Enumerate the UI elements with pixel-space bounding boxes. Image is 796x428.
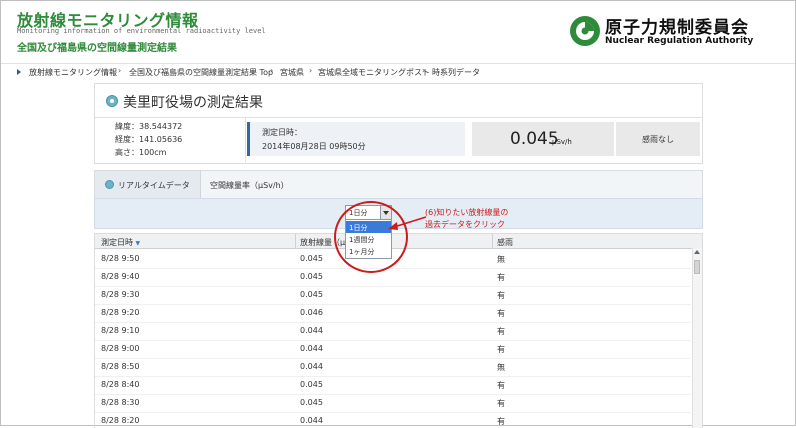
- cell-dose: 0.044: [300, 326, 323, 335]
- table-row[interactable]: 8/28 8:40 0.045 有: [95, 375, 691, 395]
- table-row[interactable]: 8/28 8:30 0.045 有: [95, 393, 691, 413]
- cell-dose: 0.045: [300, 380, 323, 389]
- breadcrumb-item-top[interactable]: 全国及び福島県の空間線量測定結果 Top: [129, 67, 273, 78]
- nra-logo[interactable]: 原子力規制委員会 Nuclear Regulation Authority: [569, 13, 787, 49]
- cell-dose: 0.045: [300, 398, 323, 407]
- measurement-panel: 美里町役場の測定結果 緯度：38.544372 経度：141.05636 高さ：…: [94, 83, 703, 164]
- cell-time: 8/28 9:30: [101, 290, 140, 299]
- table-row[interactable]: 8/28 9:00 0.044 有: [95, 339, 691, 359]
- cell-time: 8/28 8:40: [101, 380, 140, 389]
- cell-time: 8/28 9:00: [101, 344, 140, 353]
- logo-text-jp: 原子力規制委員会: [605, 18, 749, 38]
- table-row[interactable]: 8/28 9:20 0.046 有: [95, 303, 691, 323]
- dose-unit: μSv/h: [552, 138, 572, 146]
- column-header-time[interactable]: 測定日時 ▼: [101, 237, 140, 248]
- breadcrumb-separator-icon: ›: [118, 66, 122, 75]
- annotation-text: (6)知りたい放射線量の 過去データをクリック: [425, 207, 508, 231]
- breadcrumb-separator-icon: ›: [309, 66, 313, 75]
- cell-rain: 有: [497, 273, 505, 282]
- column-divider[interactable]: [492, 234, 493, 248]
- cell-time: 8/28 9:50: [101, 254, 140, 263]
- cell-dose: 0.045: [300, 254, 323, 263]
- tab-realtime[interactable]: リアルタイムデータ: [95, 171, 201, 198]
- breadcrumb-arrow-icon: [17, 69, 21, 75]
- column-header-rain[interactable]: 感雨: [497, 237, 513, 248]
- cell-time: 8/28 8:30: [101, 398, 140, 407]
- site-header: 放射線モニタリング情報 Monitoring information of en…: [1, 1, 795, 63]
- cell-dose: 0.045: [300, 290, 323, 299]
- scroll-up-icon[interactable]: [694, 250, 700, 254]
- measurement-time-box: 測定日時： 2014年08月28日 09時50分: [247, 122, 465, 156]
- table-row[interactable]: 8/28 8:20 0.044 有: [95, 411, 691, 428]
- breadcrumb: 放射線モニタリング情報 › 全国及び福島県の空間線量測定結果 Top › 宮城県…: [1, 63, 795, 80]
- table-row[interactable]: 8/28 8:50 0.044 無: [95, 357, 691, 377]
- breadcrumb-item-current: 時系列データ: [432, 68, 480, 77]
- cell-rain: 有: [497, 327, 505, 336]
- cell-rain: 有: [497, 381, 505, 390]
- data-table: 測定日時 ▼ 放射線量（μS 感雨 8/28 9:50 0.045 無 8/28 9:…: [94, 233, 703, 428]
- cell-time: 8/28 9:10: [101, 326, 140, 335]
- dose-value-box: 0.045 μSv/h: [472, 122, 614, 156]
- time-value: 2014年08月28日 09時50分: [262, 142, 366, 151]
- cell-rain: 有: [497, 399, 505, 408]
- breadcrumb-separator-icon: ›: [422, 66, 426, 75]
- scroll-thumb[interactable]: [694, 260, 700, 274]
- column-divider[interactable]: [295, 234, 296, 248]
- cell-dose: 0.044: [300, 344, 323, 353]
- circle-bullet-icon: [106, 95, 118, 107]
- breadcrumb-item-miyagi[interactable]: 宮城県: [280, 67, 304, 78]
- annotation-line-2: 過去データをクリック: [425, 220, 505, 229]
- table-row[interactable]: 8/28 9:30 0.045 有: [95, 285, 691, 305]
- tab-dose-rate[interactable]: 空間線量率（μSv/h）: [210, 180, 289, 191]
- rain-status-box: 感雨なし: [616, 122, 700, 156]
- panel-title-row: 美里町役場の測定結果: [95, 84, 702, 118]
- cell-time: 8/28 8:50: [101, 362, 140, 371]
- site-subtitle: Monitoring information of environmental …: [17, 27, 266, 35]
- nra-logo-icon: [570, 16, 600, 46]
- tab-realtime-label: リアルタイムデータ: [118, 181, 190, 190]
- sort-arrow-icon: ▼: [135, 240, 141, 247]
- breadcrumb-item-home[interactable]: 放射線モニタリング情報: [29, 67, 117, 78]
- cell-rain: 有: [497, 309, 505, 318]
- data-tabs: リアルタイムデータ 空間線量率（μSv/h）: [94, 170, 703, 199]
- annotation-circle: [334, 201, 408, 273]
- table-row[interactable]: 8/28 9:10 0.044 有: [95, 321, 691, 341]
- time-label: 測定日時：: [262, 128, 302, 137]
- cell-rain: 無: [497, 255, 505, 264]
- cell-rain: 有: [497, 345, 505, 354]
- cell-dose: 0.044: [300, 362, 323, 371]
- annotation-arrow-icon: [388, 216, 427, 230]
- rain-status: 感雨なし: [642, 135, 674, 144]
- cell-dose: 0.044: [300, 416, 323, 425]
- breadcrumb-separator-icon: ›: [270, 66, 274, 75]
- annotation-line-1: (6)知りたい放射線量の: [425, 208, 509, 217]
- altitude: 高さ：100cm: [115, 148, 167, 157]
- location-info: 緯度：38.544372 経度：141.05636 高さ：100cm: [95, 118, 246, 162]
- cell-rain: 有: [497, 291, 505, 300]
- latitude: 緯度：38.544372: [115, 122, 183, 131]
- page-title: 美里町役場の測定結果: [123, 95, 263, 111]
- circle-bullet-icon: [105, 180, 114, 189]
- table-row[interactable]: 8/28 9:40 0.045 有: [95, 267, 691, 287]
- breadcrumb-item-posts[interactable]: 宮城県全域モニタリングポスト: [318, 67, 430, 78]
- table-scrollbar[interactable]: [692, 248, 702, 428]
- cell-rain: 無: [497, 363, 505, 372]
- cell-dose: 0.046: [300, 308, 323, 317]
- site-section-title[interactable]: 全国及び福島県の空間線量測定結果: [17, 39, 177, 54]
- cell-time: 8/28 8:20: [101, 416, 140, 425]
- cell-time: 8/28 9:20: [101, 308, 140, 317]
- logo-text-en: Nuclear Regulation Authority: [605, 36, 754, 46]
- cell-dose: 0.045: [300, 272, 323, 281]
- cell-time: 8/28 9:40: [101, 272, 140, 281]
- cell-rain: 有: [497, 417, 505, 426]
- longitude: 経度：141.05636: [115, 135, 183, 144]
